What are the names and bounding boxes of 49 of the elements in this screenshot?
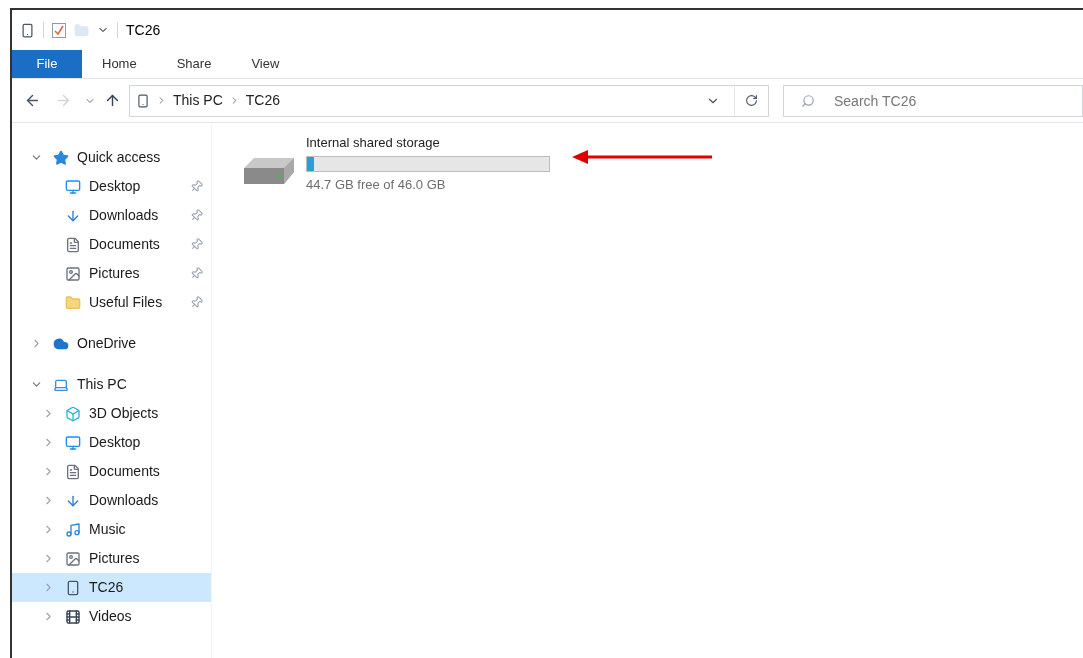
window-title: TC26: [126, 20, 161, 40]
device-icon: [20, 22, 35, 38]
tree-item[interactable]: Videos: [12, 602, 211, 631]
tree-item[interactable]: Music: [12, 515, 211, 544]
ribbon-tab[interactable]: File: [12, 50, 82, 78]
ribbon-tab[interactable]: Share: [156, 50, 232, 78]
tree-item[interactable]: OneDrive: [12, 329, 211, 358]
tree-item[interactable]: Documents: [12, 230, 211, 259]
search-field[interactable]: Search TC26: [783, 84, 1083, 117]
film-icon: [65, 608, 81, 625]
tree-item[interactable]: Desktop: [12, 428, 211, 457]
tree-item[interactable]: Documents: [12, 457, 211, 486]
tree-item[interactable]: Downloads: [12, 201, 211, 230]
monitor-icon: [65, 434, 81, 451]
free-space-text: 44.7 GB free of 46.0 GB: [306, 175, 447, 194]
refresh-icon[interactable]: [745, 94, 758, 107]
ribbon-tab[interactable]: View: [231, 50, 300, 78]
tree-item[interactable]: Desktop: [12, 172, 211, 201]
tree-item[interactable]: TC26: [12, 573, 211, 602]
breadcrumb-item[interactable]: This PC: [173, 90, 223, 111]
folder-icon: [65, 294, 81, 311]
arrow-icon: [572, 149, 712, 164]
ribbon-tab[interactable]: Home: [82, 50, 157, 78]
picture-icon: [65, 550, 81, 567]
device-icon: [136, 93, 150, 108]
tree-item[interactable]: Pictures: [12, 544, 211, 573]
tree-item[interactable]: Quick access: [12, 143, 211, 172]
document-icon: [65, 463, 81, 480]
breadcrumb-item[interactable]: TC26: [245, 90, 281, 111]
folder-icon[interactable]: [74, 22, 89, 38]
up-icon[interactable]: [104, 92, 121, 109]
music-note-icon: [65, 521, 81, 538]
tree-item[interactable]: This PC: [12, 370, 211, 399]
tree-item[interactable]: Pictures: [12, 259, 211, 288]
drive-name[interactable]: Internal shared storage: [306, 133, 550, 153]
tree-item[interactable]: 3D Objects: [12, 399, 211, 428]
device-icon: [65, 579, 81, 596]
forward-icon[interactable]: [55, 92, 72, 109]
picture-icon: [65, 265, 81, 282]
search-icon: [801, 93, 815, 108]
document-icon: [65, 236, 81, 253]
tree-item[interactable]: Downloads: [12, 486, 211, 515]
cube-icon: [65, 405, 81, 422]
monitor-icon: [65, 178, 81, 195]
back-icon[interactable]: [24, 92, 41, 109]
address-bar[interactable]: This PC TC26: [129, 84, 769, 117]
tree-item[interactable]: Useful Files: [12, 288, 211, 317]
star-icon: [53, 149, 69, 166]
checklist-icon[interactable]: [52, 22, 66, 38]
